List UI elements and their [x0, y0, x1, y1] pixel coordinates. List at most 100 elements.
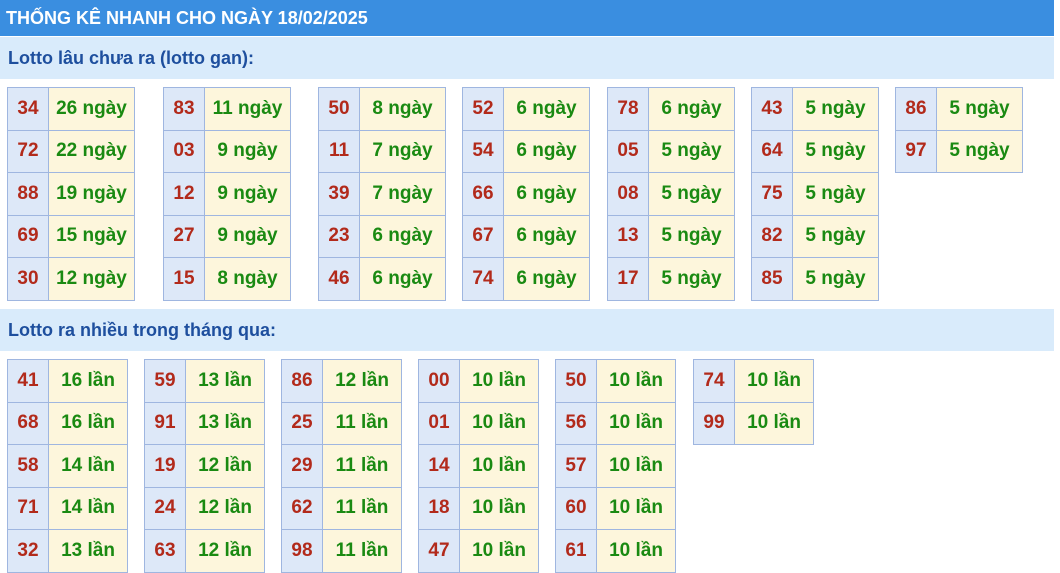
lotto-number: 83 — [163, 87, 205, 131]
times-count: 10 lần — [596, 486, 676, 530]
days-count: 6 ngày — [359, 214, 446, 258]
times-count: 16 lần — [48, 359, 128, 403]
days-count: 5 ngày — [648, 172, 735, 216]
times-count: 10 lần — [596, 359, 676, 403]
lotto-number: 25 — [281, 401, 323, 445]
table-row: 78 6 ngày — [607, 87, 735, 131]
table-row: 25 11 lần — [281, 401, 402, 445]
times-count: 10 lần — [459, 486, 539, 530]
gan-table: 43 5 ngày 64 5 ngày 75 5 ngày 82 5 ngày 85 5 ngày — [751, 87, 879, 301]
lotto-number: 17 — [607, 257, 649, 301]
times-count: 10 lần — [734, 359, 814, 403]
table-row: 18 10 lần — [418, 486, 539, 530]
table-row: 14 10 lần — [418, 444, 539, 488]
lotto-number: 62 — [281, 486, 323, 530]
lotto-number: 63 — [144, 529, 186, 573]
nhieu-table: 41 16 lần 68 16 lần 58 14 lần 71 14 lần 32 13 lần — [7, 359, 128, 573]
lotto-number: 14 — [418, 444, 460, 488]
lotto-number: 88 — [7, 172, 49, 216]
table-row: 57 10 lần — [555, 444, 676, 488]
days-count: 6 ngày — [648, 87, 735, 131]
table-row: 74 10 lần — [693, 359, 814, 403]
days-count: 15 ngày — [48, 214, 135, 258]
lotto-number: 24 — [144, 486, 186, 530]
gan-table: 83 11 ngày 03 9 ngày 12 9 ngày 27 9 ngày 15 8 ngà… — [163, 87, 291, 301]
lotto-number: 13 — [607, 214, 649, 258]
table-row: 05 5 ngày — [607, 129, 735, 173]
days-count: 5 ngày — [792, 129, 879, 173]
table-row: 01 10 lần — [418, 401, 539, 445]
days-count: 8 ngày — [204, 257, 291, 301]
times-count: 16 lần — [48, 401, 128, 445]
table-row: 85 5 ngày — [751, 257, 879, 301]
lotto-number: 18 — [418, 486, 460, 530]
table-row: 59 13 lần — [144, 359, 265, 403]
times-count: 14 lần — [48, 486, 128, 530]
days-count: 5 ngày — [792, 172, 879, 216]
nhieu-table: 00 10 lần 01 10 lần 14 10 lần 18 10 lần 47 10 lần — [418, 359, 539, 573]
times-count: 10 lần — [596, 401, 676, 445]
days-count: 5 ngày — [648, 257, 735, 301]
times-count: 10 lần — [596, 529, 676, 573]
lotto-number: 12 — [163, 172, 205, 216]
days-count: 19 ngày — [48, 172, 135, 216]
page-title: THỐNG KÊ NHANH CHO NGÀY 18/02/2025 — [0, 0, 1054, 36]
days-count: 5 ngày — [648, 129, 735, 173]
lotto-number: 15 — [163, 257, 205, 301]
lotto-number: 78 — [607, 87, 649, 131]
lotto-number: 01 — [418, 401, 460, 445]
days-count: 11 ngày — [204, 87, 291, 131]
lotto-number: 00 — [418, 359, 460, 403]
table-row: 63 12 lần — [144, 529, 265, 573]
times-count: 13 lần — [185, 401, 265, 445]
table-row: 12 9 ngày — [163, 172, 291, 216]
days-count: 5 ngày — [936, 87, 1023, 131]
table-row: 11 7 ngày — [318, 129, 446, 173]
days-count: 5 ngày — [792, 214, 879, 258]
table-row: 71 14 lần — [7, 486, 128, 530]
lotto-number: 03 — [163, 129, 205, 173]
lotto-number: 99 — [693, 401, 735, 445]
lotto-number: 50 — [555, 359, 597, 403]
table-row: 34 26 ngày — [7, 87, 135, 131]
times-count: 11 lần — [322, 486, 402, 530]
lotto-number: 59 — [144, 359, 186, 403]
table-row: 13 5 ngày — [607, 214, 735, 258]
table-row: 86 12 lần — [281, 359, 402, 403]
lotto-number: 75 — [751, 172, 793, 216]
table-row: 98 11 lần — [281, 529, 402, 573]
days-count: 6 ngày — [503, 87, 590, 131]
lotto-number: 46 — [318, 257, 360, 301]
times-count: 12 lần — [185, 444, 265, 488]
table-row: 75 5 ngày — [751, 172, 879, 216]
table-row: 69 15 ngày — [7, 214, 135, 258]
lotto-number: 29 — [281, 444, 323, 488]
nhieu-section-title: Lotto ra nhiều trong tháng qua: — [0, 309, 1054, 351]
table-row: 86 5 ngày — [895, 87, 1023, 131]
days-count: 9 ngày — [204, 214, 291, 258]
lotto-number: 08 — [607, 172, 649, 216]
table-row: 72 22 ngày — [7, 129, 135, 173]
table-row: 41 16 lần — [7, 359, 128, 403]
table-row: 54 6 ngày — [462, 129, 590, 173]
table-row: 24 12 lần — [144, 486, 265, 530]
times-count: 10 lần — [459, 444, 539, 488]
days-count: 5 ngày — [648, 214, 735, 258]
lotto-number: 74 — [462, 257, 504, 301]
table-row: 23 6 ngày — [318, 214, 446, 258]
nhieu-table: 59 13 lần 91 13 lần 19 12 lần 24 12 lần 63 12 lần — [144, 359, 265, 573]
lotto-number: 47 — [418, 529, 460, 573]
times-count: 11 lần — [322, 444, 402, 488]
table-row: 56 10 lần — [555, 401, 676, 445]
table-row: 62 11 lần — [281, 486, 402, 530]
table-row: 64 5 ngày — [751, 129, 879, 173]
lotto-number: 60 — [555, 486, 597, 530]
table-row: 29 11 lần — [281, 444, 402, 488]
days-count: 6 ngày — [503, 172, 590, 216]
table-row: 60 10 lần — [555, 486, 676, 530]
times-count: 13 lần — [185, 359, 265, 403]
nhieu-table: 86 12 lần 25 11 lần 29 11 lần 62 11 lần 98 11 lần — [281, 359, 402, 573]
times-count: 14 lần — [48, 444, 128, 488]
table-row: 08 5 ngày — [607, 172, 735, 216]
table-row: 82 5 ngày — [751, 214, 879, 258]
